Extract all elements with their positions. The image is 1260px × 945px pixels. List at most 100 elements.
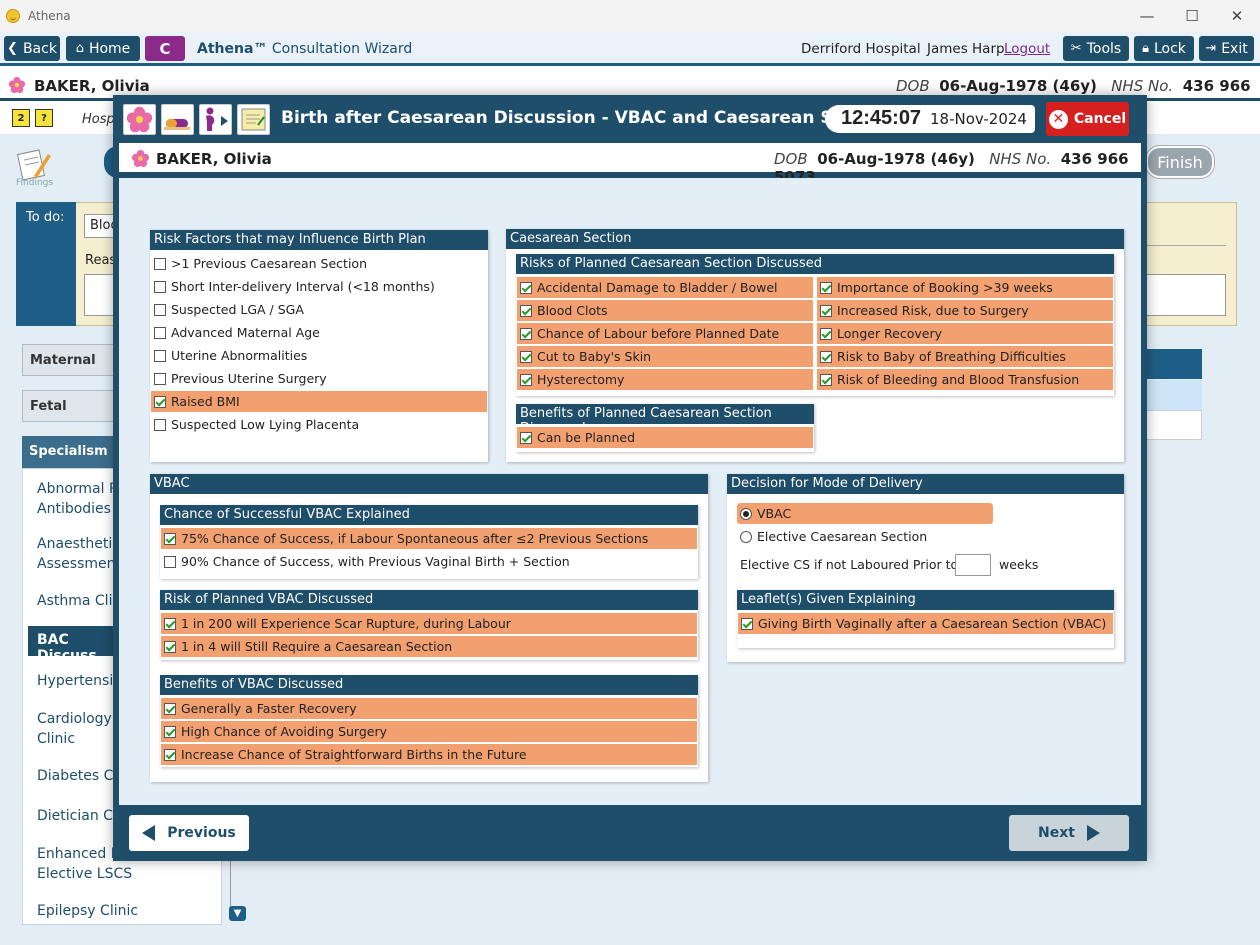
checkbox-checked-icon[interactable] (164, 640, 176, 653)
dialog-date: 18-Nov-2024 (930, 110, 1027, 128)
home-button[interactable]: ⌂ Home (66, 36, 140, 61)
cs-risk-row[interactable]: Cut to Baby's Skin (517, 346, 813, 367)
sticky-note-icon[interactable]: 2 (12, 109, 30, 127)
vbac-risk-title: Risk of Planned VBAC Discussed (160, 590, 698, 610)
checkbox-icon[interactable] (154, 372, 166, 385)
hospital-name: Derriford Hospital (801, 41, 921, 57)
checkbox-checked-icon[interactable] (164, 532, 176, 545)
lock-button[interactable]: 🔒︎ Lock (1134, 36, 1194, 61)
cs-risk-row[interactable]: Increased Risk, due to Surgery (817, 300, 1113, 321)
cs-benefit-row[interactable]: Can be Planned (517, 427, 813, 448)
specialism-item[interactable]: Hypertensio (37, 671, 122, 691)
risk-factor-row-selected[interactable]: Raised BMI (151, 391, 487, 412)
previous-button[interactable]: Previous (129, 815, 249, 851)
checkbox-checked-icon[interactable] (520, 281, 532, 294)
wizard-title: Athena™ Consultation Wizard (197, 41, 413, 57)
decision-option[interactable]: Elective Caesarean Section (737, 526, 993, 547)
checkbox-icon[interactable] (164, 555, 176, 568)
c-button[interactable]: C (145, 36, 185, 61)
pregnancy-icon[interactable] (199, 104, 232, 135)
checkbox-checked-icon[interactable] (520, 373, 532, 386)
checkbox-checked-icon[interactable] (164, 748, 176, 761)
radio-selected-icon[interactable] (740, 507, 752, 520)
specialism-item[interactable]: Dietician Cl (37, 806, 117, 826)
cs-risk-row[interactable]: Blood Clots (517, 300, 813, 321)
vbac-benefit-row[interactable]: Increase Chance of Straightforward Birth… (161, 744, 697, 765)
checkbox-checked-icon[interactable] (741, 617, 753, 630)
risk-factor-row[interactable]: Previous Uterine Surgery (151, 368, 487, 389)
checkbox-icon[interactable] (154, 303, 166, 316)
specialism-item[interactable]: Cardiology Clinic (37, 709, 112, 749)
logout-link[interactable]: Logout (1004, 41, 1050, 57)
checkbox-icon[interactable] (154, 418, 166, 431)
checkbox-icon[interactable] (154, 257, 166, 270)
checkbox-checked-icon[interactable] (820, 281, 832, 294)
cs-benefits-title: Benefits of Planned Caesarean Section Di… (516, 404, 814, 436)
side-tab-specialism[interactable]: Specialism (22, 436, 118, 468)
risk-factor-row[interactable]: Short Inter-delivery Interval (<18 month… (151, 276, 487, 297)
checkbox-checked-icon[interactable] (820, 304, 832, 317)
weeks-input[interactable] (955, 554, 991, 576)
checkbox-checked-icon[interactable] (520, 431, 532, 444)
specialism-item[interactable]: Anaesthetic Assessment (37, 534, 121, 574)
checkbox-checked-icon[interactable] (520, 327, 532, 340)
checkbox-checked-icon[interactable] (820, 350, 832, 363)
checkbox-checked-icon[interactable] (164, 617, 176, 630)
cs-risk-row[interactable]: Risk of Bleeding and Blood Transfusion (817, 369, 1113, 390)
checkbox-checked-icon[interactable] (164, 725, 176, 738)
cs-risk-row[interactable]: Hysterectomy (517, 369, 813, 390)
risk-factor-row[interactable]: Advanced Maternal Age (151, 322, 487, 343)
risk-factor-row[interactable]: Suspected LGA / SGA (151, 299, 487, 320)
female-flower-icon[interactable] (123, 104, 156, 135)
specialism-item[interactable]: Abnormal R Antibodies (37, 479, 119, 519)
cs-risk-row[interactable]: Longer Recovery (817, 323, 1113, 344)
minimize-button[interactable]: — (1124, 0, 1170, 32)
risk-factor-row[interactable]: >1 Previous Caesarean Section (151, 253, 487, 274)
checkbox-icon[interactable] (154, 280, 166, 293)
specialism-item[interactable]: Epilepsy Clinic (37, 901, 138, 921)
vbac-risk-row[interactable]: 1 in 200 will Experience Scar Rupture, d… (161, 613, 697, 634)
radio-icon[interactable] (740, 530, 752, 543)
leaflet-row[interactable]: Giving Birth Vaginally after a Caesarean… (738, 613, 1113, 634)
finish-button[interactable]: Finish (1146, 146, 1214, 178)
checkbox-checked-icon[interactable] (520, 304, 532, 317)
cancel-button[interactable]: ✕ Cancel (1046, 102, 1129, 136)
cs-risk-row[interactable]: Risk to Baby of Breathing Difficulties (817, 346, 1113, 367)
checkbox-checked-icon[interactable] (154, 395, 166, 408)
side-tab-maternal[interactable]: Maternal (22, 344, 118, 376)
checkbox-checked-icon[interactable] (164, 702, 176, 715)
vbac-chance-row[interactable]: 75% Chance of Success, if Labour Spontan… (161, 528, 697, 549)
vbac-chance-row[interactable]: 90% Chance of Success, with Previous Vag… (161, 551, 697, 572)
side-tab-fetal[interactable]: Fetal (22, 390, 118, 422)
risk-factor-row[interactable]: Uterine Abnormalities (151, 345, 487, 366)
help-icon[interactable]: ? (35, 109, 53, 127)
cs-risk-row[interactable]: Chance of Labour before Planned Date (517, 323, 813, 344)
vbac-risk-row[interactable]: 1 in 4 will Still Require a Caesarean Se… (161, 636, 697, 657)
medication-icon[interactable] (161, 104, 194, 135)
checkbox-checked-icon[interactable] (820, 373, 832, 386)
tools-button[interactable]: ✂ Tools (1063, 36, 1129, 61)
findings-label: Findings (16, 178, 54, 188)
scroll-down-icon[interactable]: ▼ (229, 906, 246, 921)
specialism-item[interactable]: Diabetes Cl (37, 766, 117, 786)
checkbox-icon[interactable] (154, 349, 166, 362)
vbac-benefit-row[interactable]: High Chance of Avoiding Surgery (161, 721, 697, 742)
cs-risk-row[interactable]: Accidental Damage to Bladder / Bowel (517, 277, 813, 298)
close-window-button[interactable]: ✕ (1214, 0, 1260, 32)
back-button[interactable]: ❮ Back (4, 36, 60, 61)
vbac-benefit-row[interactable]: Generally a Faster Recovery (161, 698, 697, 719)
risk-factor-row[interactable]: Suspected Low Lying Placenta (151, 414, 487, 435)
specialism-item-active[interactable]: BAC Discuss (28, 626, 118, 664)
decision-option-selected[interactable]: VBAC (737, 503, 993, 524)
notes-icon[interactable] (237, 104, 270, 135)
maximize-button[interactable]: ☐ (1169, 0, 1215, 32)
cs-risk-row[interactable]: Importance of Booking >39 weeks (817, 277, 1113, 298)
specialism-item[interactable]: Asthma Clin (37, 591, 121, 611)
checkbox-icon[interactable] (154, 326, 166, 339)
checkbox-checked-icon[interactable] (520, 350, 532, 363)
dialog-clock: 12:45:07 18-Nov-2024 (825, 105, 1035, 133)
exit-button[interactable]: ⇥ Exit (1199, 36, 1254, 61)
next-button[interactable]: Next (1009, 815, 1129, 851)
todo-right-field[interactable] (1142, 274, 1226, 316)
checkbox-checked-icon[interactable] (820, 327, 832, 340)
